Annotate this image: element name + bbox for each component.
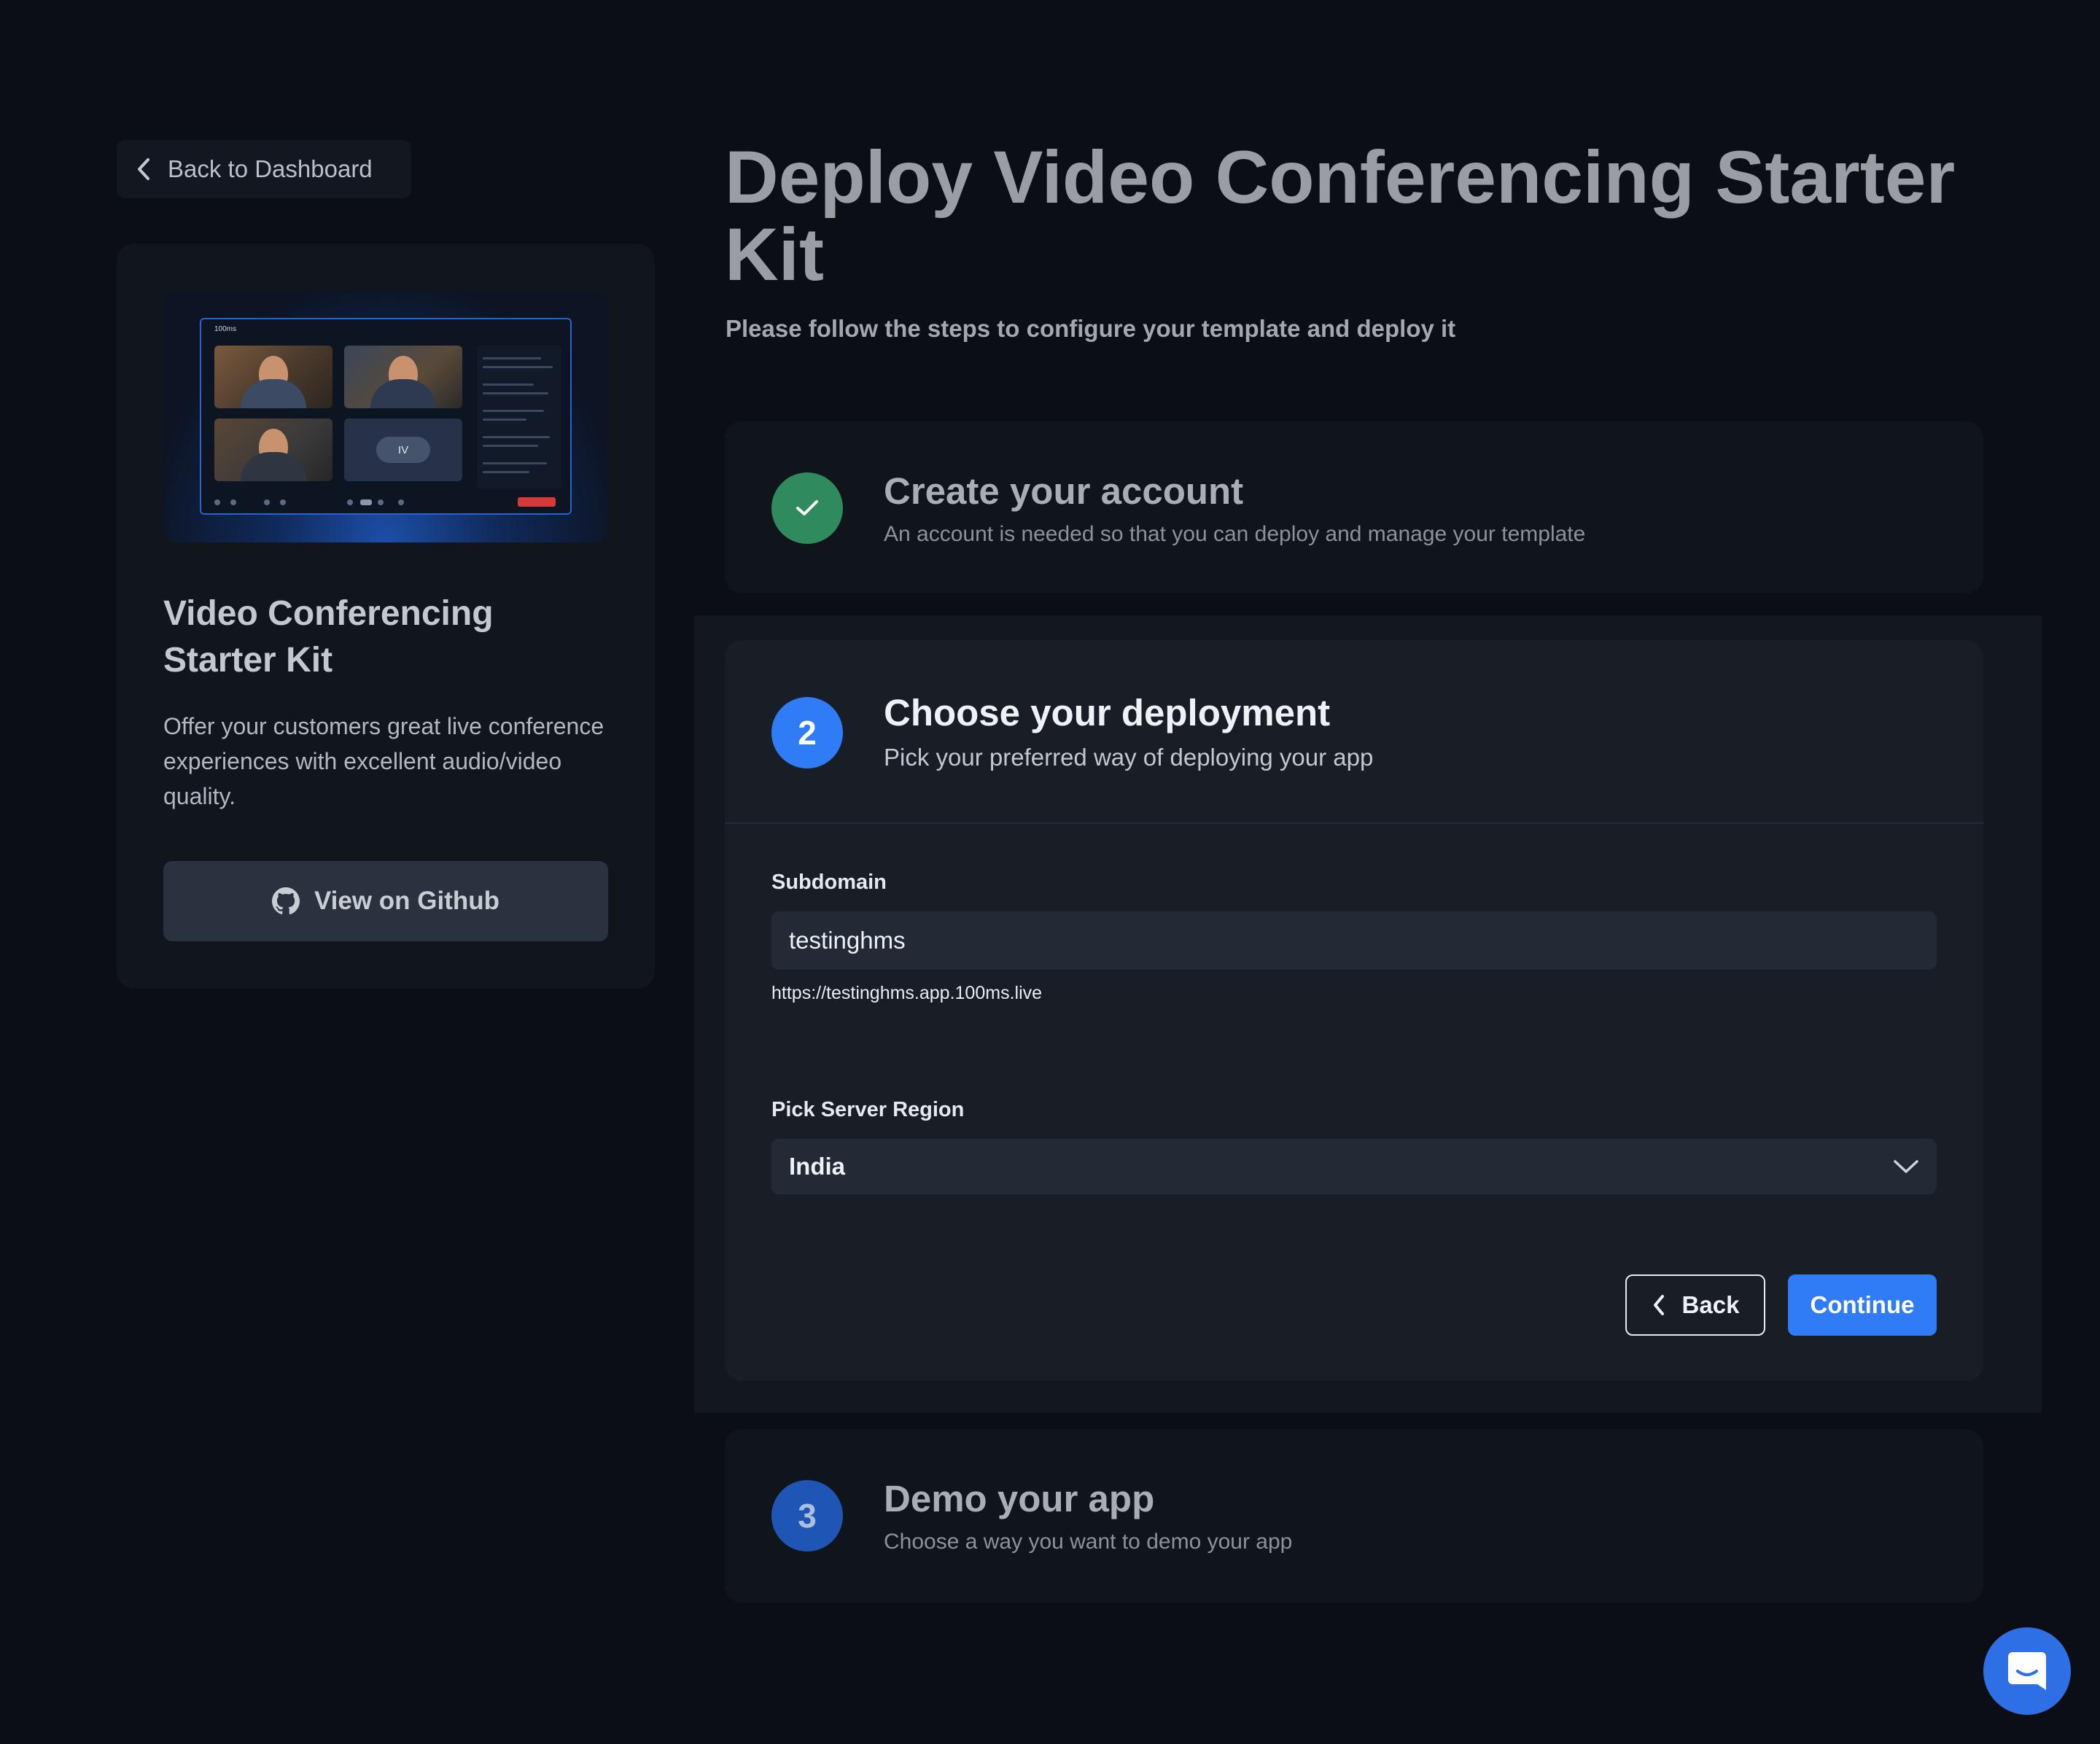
continue-button[interactable]: Continue xyxy=(1788,1274,1937,1336)
preview-avatar: IV xyxy=(376,437,430,463)
chevron-left-icon xyxy=(1653,1295,1664,1315)
step-3-badge: 3 xyxy=(771,1480,843,1552)
step-1-title: Create your account xyxy=(884,470,1244,512)
preview-chat-panel xyxy=(477,346,561,488)
region-label: Pick Server Region xyxy=(771,1098,965,1121)
subdomain-input[interactable] xyxy=(771,911,1937,970)
kit-card: 100ms IV Video Conferencing Starter Kit … xyxy=(117,244,655,989)
step-2-title: Choose your deployment xyxy=(884,692,1331,733)
back-to-dashboard-button[interactable]: Back to Dashboard xyxy=(117,140,411,198)
chat-widget-button[interactable] xyxy=(1983,1627,2071,1715)
back-to-dashboard-label: Back to Dashboard xyxy=(168,155,373,182)
preview-video-tile xyxy=(214,419,332,481)
step-divider xyxy=(725,822,1983,824)
preview-avatar-tile: IV xyxy=(344,419,462,481)
preview-topbar: 100ms xyxy=(214,325,236,333)
step-1-card[interactable]: Create your account An account is needed… xyxy=(725,421,1983,593)
back-button-label: Back xyxy=(1681,1291,1740,1318)
subdomain-label: Subdomain xyxy=(771,871,887,894)
view-on-github-button[interactable]: View on Github xyxy=(163,861,608,941)
preview-screen: 100ms IV xyxy=(200,318,572,515)
kit-title: Video Conferencing Starter Kit xyxy=(163,594,494,680)
preview-leave-button xyxy=(518,497,556,507)
page-title: Deploy Video Conferencing Starter Kit xyxy=(725,136,1956,296)
github-button-label: View on Github xyxy=(314,887,500,915)
step-3-description: Choose a way you want to demo your app xyxy=(884,1530,1293,1554)
step-3-card[interactable]: 3 Demo your app Choose a way you want to… xyxy=(725,1429,1983,1603)
region-select[interactable]: India xyxy=(771,1139,1937,1194)
step-2-badge: 2 xyxy=(771,697,843,768)
github-icon xyxy=(271,887,300,915)
chat-icon xyxy=(2008,1652,2046,1690)
page-subtitle: Please follow the steps to configure you… xyxy=(726,315,1456,342)
kit-preview-image: 100ms IV xyxy=(163,292,608,542)
step-3-title: Demo your app xyxy=(884,1478,1155,1519)
step-2-description: Pick your preferred way of deploying you… xyxy=(884,744,1374,771)
region-select-value: India xyxy=(789,1153,846,1180)
preview-brand: 100ms xyxy=(214,325,237,333)
subdomain-url-preview: https://testinghms.app.100ms.live xyxy=(771,983,1043,1003)
check-icon xyxy=(796,500,818,515)
step-2-card: 2 Choose your deployment Pick your prefe… xyxy=(725,640,1983,1381)
chevron-down-icon xyxy=(1894,1160,1918,1173)
kit-description: Offer your customers great live conferen… xyxy=(163,713,604,809)
preview-video-tile xyxy=(214,346,332,408)
preview-video-tile xyxy=(344,346,462,408)
preview-controls xyxy=(211,496,561,507)
step-1-description: An account is needed so that you can dep… xyxy=(884,522,1586,546)
chevron-left-icon xyxy=(138,158,149,180)
back-button[interactable]: Back xyxy=(1625,1274,1765,1336)
step-1-complete-badge xyxy=(771,472,843,544)
